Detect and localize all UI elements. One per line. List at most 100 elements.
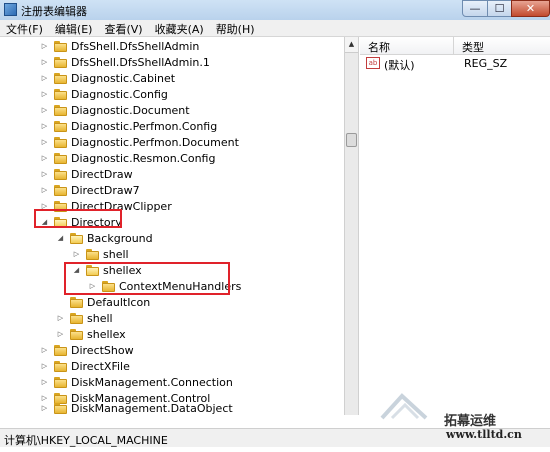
tree-node[interactable]: ▷ Diagnostic.Config <box>40 86 168 102</box>
maximize-button[interactable]: ☐ <box>487 0 512 17</box>
expand-arrow-icon[interactable]: ▷ <box>40 170 49 178</box>
expand-arrow-icon[interactable]: ▷ <box>40 362 49 370</box>
tree-node[interactable]: ▷ DiskManagement.Connection <box>40 374 233 390</box>
expand-arrow-icon[interactable]: ▷ <box>40 154 49 162</box>
tree-node[interactable]: ▷ DirectDraw <box>40 166 133 182</box>
tree-node[interactable]: ▷ shell <box>72 246 129 262</box>
regedit-app-icon <box>4 3 17 16</box>
expand-arrow-icon[interactable]: ▷ <box>72 250 81 258</box>
value-type: REG_SZ <box>464 57 508 70</box>
tree-node[interactable]: ▷ Diagnostic.Cabinet <box>40 70 175 86</box>
expand-arrow-icon[interactable]: ▷ <box>40 74 49 82</box>
list-header: 名称 类型 <box>360 37 550 55</box>
tree-node[interactable]: ▷ DirectDraw7 <box>40 182 140 198</box>
tree-node-label: Diagnostic.Resmon.Config <box>71 151 216 165</box>
folder-icon <box>54 72 67 84</box>
menu-edit[interactable]: 编辑(E) <box>49 20 99 36</box>
scroll-up-arrow-icon[interactable]: ▲ <box>345 37 358 53</box>
title-bar: 注册表编辑器 — ☐ ✕ <box>0 0 550 21</box>
expand-arrow-icon[interactable]: ▷ <box>40 346 49 354</box>
list-item[interactable]: ab (默认) REG_SZ <box>360 56 550 72</box>
tree-node[interactable]: ▷ DfsShell.DfsShellAdmin.1 <box>40 54 210 70</box>
expand-arrow-icon[interactable]: ▷ <box>56 314 65 322</box>
folder-icon <box>86 248 99 260</box>
menu-favorites[interactable]: 收藏夹(A) <box>149 20 210 36</box>
tree-node-label: DirectDraw <box>71 167 133 181</box>
folder-icon <box>70 312 83 324</box>
window-title: 注册表编辑器 <box>21 5 87 18</box>
watermark-url: www.tlltd.cn <box>446 428 522 441</box>
expand-arrow-icon[interactable]: ▷ <box>40 404 49 412</box>
expand-arrow-icon[interactable]: ▷ <box>56 330 65 338</box>
tree-node-label: shellex <box>87 327 126 341</box>
tree-node[interactable]: ▷ shell <box>56 310 113 326</box>
expand-arrow-icon[interactable]: ▷ <box>40 122 49 130</box>
tree-node[interactable]: ▷ shellex <box>56 326 126 342</box>
expand-arrow-icon[interactable]: ▷ <box>40 106 49 114</box>
tree-node-label: DiskManagement.DataObject <box>71 401 233 415</box>
menu-help[interactable]: 帮助(H) <box>210 20 261 36</box>
folder-icon <box>54 88 67 100</box>
expand-arrow-icon[interactable]: ▷ <box>40 90 49 98</box>
value-list[interactable]: 名称 类型 ab (默认) REG_SZ <box>360 37 550 415</box>
folder-icon <box>54 344 67 356</box>
tree-scrollbar[interactable]: ▲ <box>344 37 359 415</box>
folder-icon <box>70 328 83 340</box>
tree-node[interactable]: ▷ DirectXFile <box>40 358 130 374</box>
menu-view[interactable]: 查看(V) <box>98 20 148 36</box>
tree-node-label: Diagnostic.Config <box>71 87 168 101</box>
tree-node-label: Diagnostic.Perfmon.Config <box>71 119 218 133</box>
tree-node-label: Background <box>87 231 153 245</box>
tree-node[interactable]: ▷ Diagnostic.Document <box>40 102 190 118</box>
watermark-text: 拓幕运维 <box>444 414 497 429</box>
tree-node-label: DirectXFile <box>71 359 130 373</box>
tree-node[interactable]: ▷ Diagnostic.Resmon.Config <box>40 150 216 166</box>
folder-icon <box>54 168 67 180</box>
scroll-thumb[interactable] <box>346 133 357 147</box>
status-path: 计算机\HKEY_LOCAL_MACHINE <box>4 434 168 447</box>
expand-arrow-icon[interactable]: ▷ <box>40 186 49 194</box>
folder-icon <box>70 296 83 308</box>
column-divider[interactable] <box>453 37 454 54</box>
folder-icon <box>54 104 67 116</box>
tree-node[interactable]: ▷ Diagnostic.Perfmon.Document <box>40 134 239 150</box>
tree-node-label: shell <box>103 247 129 261</box>
expand-arrow-icon[interactable]: ▷ <box>40 138 49 146</box>
string-value-icon: ab <box>366 57 380 69</box>
menu-file[interactable]: 文件(F) <box>0 20 49 36</box>
collapse-arrow-icon[interactable]: ◢ <box>56 234 65 242</box>
tree-node[interactable]: ▷ DfsShell.DfsShellAdmin <box>40 38 200 54</box>
tree-node-label: Diagnostic.Perfmon.Document <box>71 135 239 149</box>
column-header-name[interactable]: 名称 <box>368 39 390 55</box>
expand-arrow-icon[interactable]: ▷ <box>40 42 49 50</box>
expand-arrow-icon[interactable]: ▷ <box>40 378 49 386</box>
tree-node[interactable]: DefaultIcon <box>56 294 150 310</box>
tree-node[interactable]: ▷ Diagnostic.Perfmon.Config <box>40 118 217 134</box>
open-folder-icon <box>70 232 83 244</box>
tree-node-background[interactable]: ◢ Background <box>56 230 153 246</box>
tree-node-label: DfsShell.DfsShellAdmin.1 <box>71 55 210 69</box>
tree-node-label: Diagnostic.Document <box>71 103 190 117</box>
folder-icon <box>54 184 67 196</box>
folder-icon <box>54 136 67 148</box>
folder-icon <box>54 40 67 52</box>
close-button[interactable]: ✕ <box>511 0 550 17</box>
tree-node-label: Diagnostic.Cabinet <box>71 71 176 85</box>
tree-node-label: DirectDraw7 <box>71 183 140 197</box>
menu-bar: 文件(F) 编辑(E) 查看(V) 收藏夹(A) 帮助(H) <box>0 20 550 37</box>
folder-icon <box>54 402 67 414</box>
value-name: (默认) <box>384 59 415 72</box>
tree-node-label: DirectShow <box>71 343 134 357</box>
expand-arrow-icon[interactable]: ▷ <box>40 58 49 66</box>
folder-icon <box>54 360 67 372</box>
folder-icon <box>54 56 67 68</box>
tree-node-label: shell <box>87 311 113 325</box>
column-header-type[interactable]: 类型 <box>462 39 484 55</box>
minimize-button[interactable]: — <box>462 0 488 17</box>
tree-node[interactable]: ▷ DirectShow <box>40 342 134 358</box>
tree-node[interactable]: ▷ DiskManagement.DataObject <box>40 400 233 415</box>
highlight-box-directory <box>34 209 122 228</box>
folder-icon <box>54 120 67 132</box>
tree-node-label: DfsShell.DfsShellAdmin <box>71 39 200 53</box>
watermark-logo-icon <box>380 393 428 420</box>
